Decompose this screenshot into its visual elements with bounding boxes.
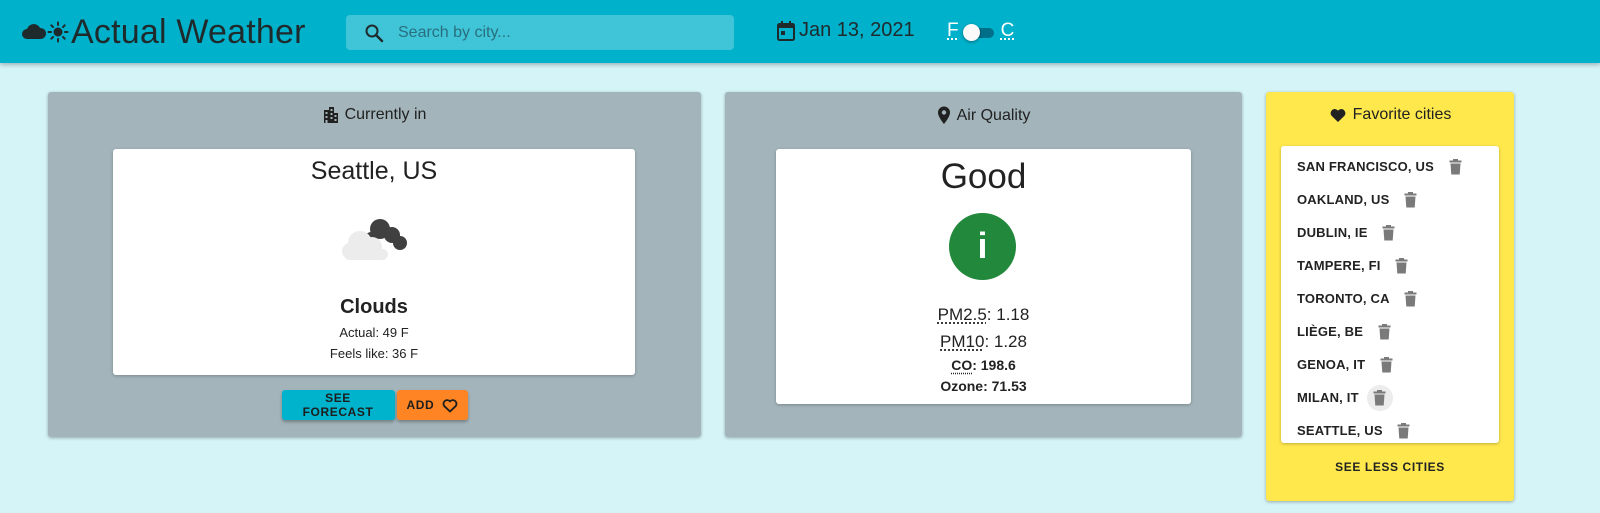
favorite-city-name[interactable]: MILAN, IT [1297,390,1359,405]
favorite-city-name[interactable]: OAKLAND, US [1297,192,1389,207]
favorite-city-item[interactable]: SEATTLE, US [1281,414,1499,447]
favorite-city-item[interactable]: SAN FRANCISCO, US [1281,150,1499,183]
air-quality-heading: Air Quality [725,106,1242,125]
date-text: Jan 13, 2021 [799,19,915,41]
switch-thumb[interactable] [962,24,980,41]
ozone-metric: Ozone: 71.53 [940,378,1027,394]
city-building-icon [323,106,339,124]
trash-icon[interactable] [1398,286,1424,312]
heading-text: Air Quality [956,106,1031,124]
add-label: ADD [406,398,435,412]
info-icon: i [949,213,1016,280]
pm10-label: PM10 [940,332,985,351]
pm10-value: : 1.28 [984,332,1027,351]
favorite-city-item[interactable]: MILAN, IT [1281,381,1499,414]
favorite-city-name[interactable]: TORONTO, CA [1297,291,1390,306]
city-name: Seattle, US [310,157,438,185]
favorite-city-name[interactable]: GENOA, IT [1297,357,1365,372]
add-favorite-button[interactable]: ADD [396,390,468,420]
heading-text: Favorite cities [1352,106,1452,123]
search-box[interactable] [346,15,734,50]
favorite-city-name[interactable]: DUBLIN, IE [1297,225,1368,240]
search-input[interactable] [396,22,696,43]
trash-icon[interactable] [1391,418,1417,444]
actual-temperature: Actual: 49 F [339,325,409,340]
favorite-city-name[interactable]: SEATTLE, US [1297,423,1383,438]
trash-icon[interactable] [1371,319,1397,345]
favorite-city-name[interactable]: TAMPERE, FI [1297,258,1381,273]
heart-outline-icon [442,398,458,413]
brand: Actual Weather [21,12,306,52]
action-buttons: SEE FORECAST ADD [48,390,701,420]
favorite-cities-list: SAN FRANCISCO, US OAKLAND, US DUBLIN, IE TA… [1281,146,1499,443]
cloud-icon [21,21,47,43]
air-quality-rating: Good [940,157,1027,196]
co-value: : 198.6 [972,357,1016,373]
favorite-cities-heading: Favorite cities [1266,106,1514,124]
heading-text: Currently in [344,106,427,123]
favorite-cities-panel: Favorite cities SAN FRANCISCO, US OAKLAND… [1266,92,1514,501]
clouds-icon [338,213,410,268]
current-date: Jan 13, 2021 [776,19,915,42]
feels-like-temperature: Feels like: 36 F [329,346,419,361]
trash-icon[interactable] [1389,253,1415,279]
co-metric: CO: 198.6 [776,357,1191,373]
see-less-cities-button[interactable]: SEE LESS CITIES [1266,460,1514,474]
co-label: CO [951,357,973,373]
favorite-city-item[interactable]: TAMPERE, FI [1281,249,1499,282]
search-icon [364,23,384,43]
pm25-label: PM2.5 [937,305,987,324]
calendar-icon [776,20,796,42]
pm25-value: : 1.18 [986,305,1030,324]
trash-icon[interactable] [1376,220,1402,246]
pm10-metric: PM10: 1.28 [776,332,1191,352]
unit-switch[interactable] [962,21,997,41]
trash-icon[interactable] [1442,154,1468,180]
heart-icon [1329,107,1347,123]
favorite-city-name[interactable]: SAN FRANCISCO, US [1297,159,1434,174]
favorite-city-name[interactable]: LIÈGE, BE [1297,324,1363,339]
unit-fahrenheit-label: F [947,20,959,41]
current-weather-panel: Currently in Seattle, US Clouds Actual: … [48,92,701,437]
favorite-city-item[interactable]: LIÈGE, BE [1281,315,1499,348]
trash-icon[interactable] [1366,384,1393,411]
unit-celsius-label: C [1000,20,1015,41]
favorite-city-item[interactable]: OAKLAND, US [1281,183,1499,216]
favorite-city-item[interactable]: DUBLIN, IE [1281,216,1499,249]
location-pin-icon [937,106,951,125]
sun-icon [47,21,69,43]
current-weather-heading: Currently in [48,106,701,124]
see-forecast-button[interactable]: SEE FORECAST [281,390,395,420]
trash-icon[interactable] [1373,352,1399,378]
favorite-city-item[interactable]: GENOA, IT [1281,348,1499,381]
air-quality-panel: Air Quality Good i PM2.5: 1.18 PM10: 1.2… [725,92,1242,437]
pm25-metric: PM2.5: 1.18 [776,305,1191,325]
trash-icon[interactable] [1397,187,1423,213]
weather-condition: Clouds [340,296,408,318]
current-weather-card: Seattle, US Clouds Actual: 49 F Feels li… [113,149,635,375]
favorite-city-item[interactable]: TORONTO, CA [1281,282,1499,315]
app-bar: Actual Weather Jan 13, 2021 F C [0,0,1600,63]
app-title: Actual Weather [71,12,306,51]
unit-toggle[interactable]: F C [947,20,1014,42]
air-quality-card: Good i PM2.5: 1.18 PM10: 1.28 CO: 198.6 … [776,149,1191,404]
